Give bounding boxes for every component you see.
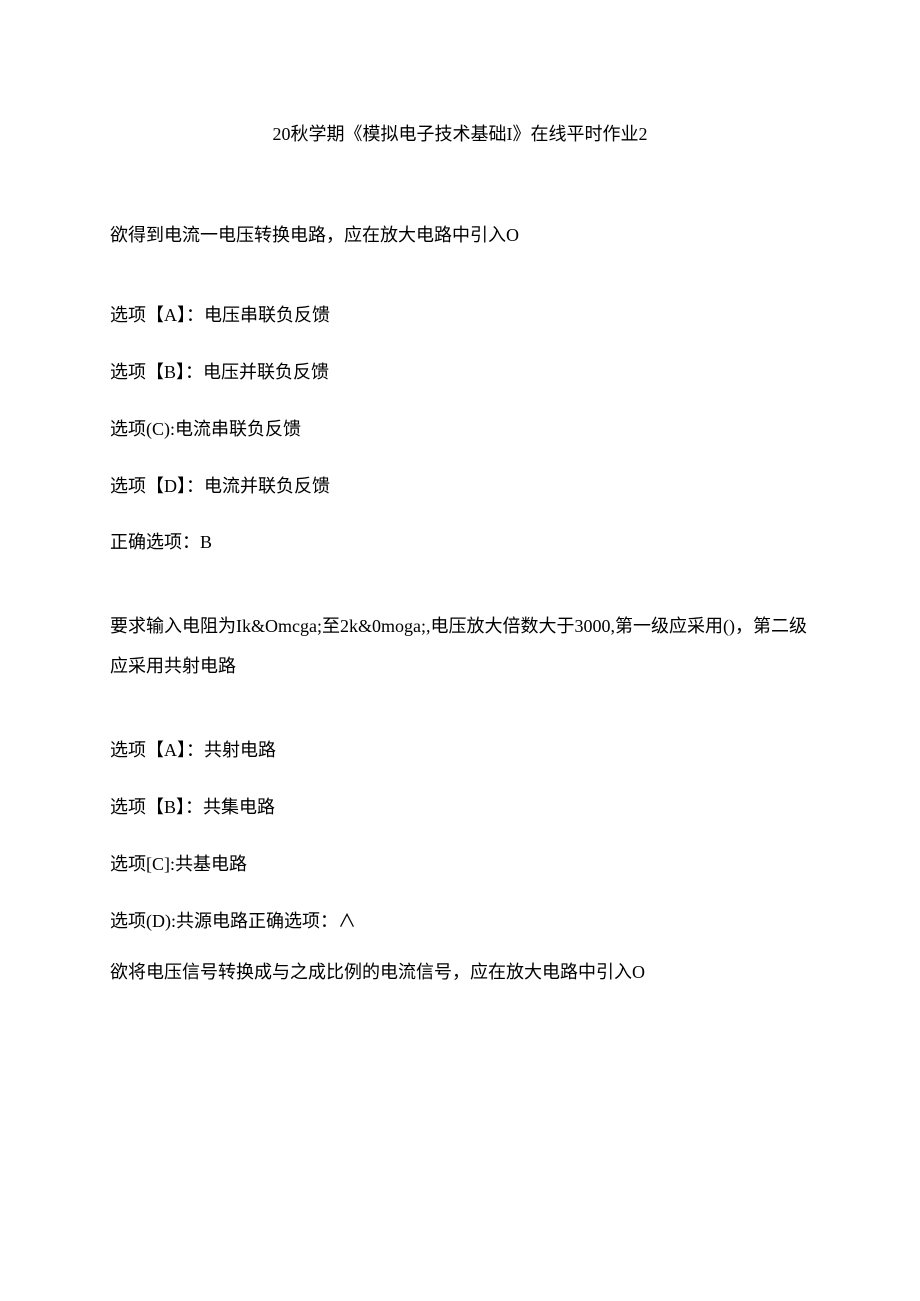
question-1-option-d: 选项【D】：电流并联负反馈 (110, 472, 810, 501)
question-1-text: 欲得到电流一电压转换电路，应在放大电路中引入O (110, 219, 810, 251)
question-2-option-b: 选项【B】：共集电路 (110, 793, 810, 822)
question-2-option-c: 选项[C]:共基电路 (110, 850, 810, 879)
question-2-text: 要求输入电阻为Ik&Omcga;至2k&0moga;,电压放大倍数大于3000,… (110, 607, 810, 686)
question-1-option-b: 选项【B】：电压并联负反馈 (110, 358, 810, 387)
document-title: 20秋学期《模拟电子技术基础I》在线平时作业2 (110, 120, 810, 149)
question-3-text: 欲将电压信号转换成与之成比例的电流信号，应在放大电路中引入O (110, 956, 810, 988)
question-1-option-a: 选项【A】：电压串联负反馈 (110, 301, 810, 330)
question-1-option-c: 选项(C):电流串联负反馈 (110, 415, 810, 444)
question-1-answer: 正确选项：B (110, 528, 810, 557)
question-2-option-d: 选项(D):共源电路正确选项：∧ (110, 907, 810, 936)
question-2-option-a: 选项【A】：共射电路 (110, 736, 810, 765)
